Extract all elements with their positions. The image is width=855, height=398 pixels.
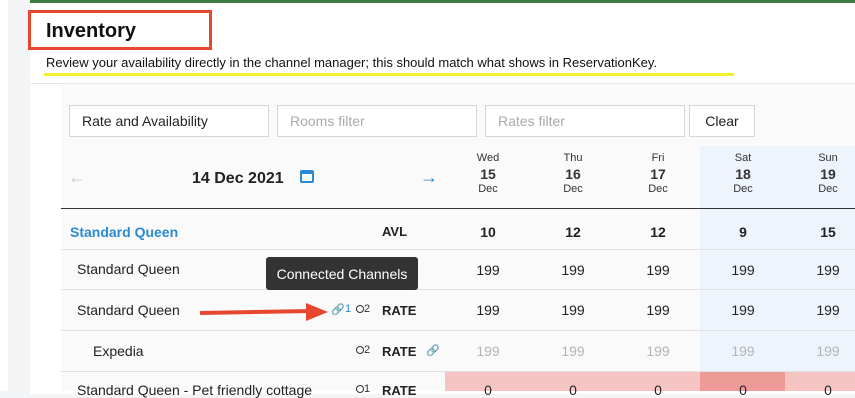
- day-header: Fri 17 Dec: [628, 152, 688, 195]
- arrow-left-icon[interactable]: ←: [68, 167, 86, 188]
- availability-cell[interactable]: 12: [543, 224, 603, 240]
- availability-cell[interactable]: 12: [628, 224, 688, 240]
- day-number: 17: [650, 166, 666, 182]
- page-subtitle: Review your availability directly in the…: [46, 55, 658, 70]
- rate-cell[interactable]: 0: [628, 382, 688, 398]
- day-header: Wed 15 Dec: [458, 152, 518, 195]
- day-of-week: Sat: [734, 152, 752, 164]
- table-header-rule: [61, 208, 855, 209]
- person-icon: [356, 385, 364, 394]
- calendar-icon[interactable]: [300, 170, 314, 183]
- link-icon[interactable]: 🔗: [426, 344, 440, 357]
- day-header: Sat 18 Dec: [713, 152, 773, 195]
- day-number: 18: [735, 166, 751, 182]
- day-month: Dec: [733, 183, 753, 195]
- rate-name: Standard Queen: [77, 261, 180, 277]
- day-of-week: Sun: [818, 152, 838, 164]
- day-of-week: Fri: [651, 152, 665, 164]
- row-divider: [61, 249, 855, 250]
- channel-rate-cell: 199: [561, 343, 585, 359]
- row-divider: [61, 289, 855, 290]
- rate-cell[interactable]: 199: [543, 302, 603, 318]
- rate-cell[interactable]: 0: [713, 382, 773, 398]
- availability-cell[interactable]: 15: [798, 224, 855, 240]
- day-header: Sun 19 Dec: [798, 152, 855, 195]
- connected-channels-tooltip: Connected Channels: [266, 257, 418, 290]
- occupancy-indicator: 2: [356, 303, 370, 315]
- rate-cell[interactable]: 199: [543, 262, 603, 278]
- rate-name: Standard Queen - Pet friendly cottage: [77, 382, 313, 398]
- arrow-right-icon[interactable]: →: [420, 167, 438, 188]
- clear-button[interactable]: Clear: [689, 105, 755, 137]
- person-icon: [356, 305, 364, 314]
- connected-channels-count[interactable]: 1: [345, 303, 351, 315]
- rate-cell[interactable]: 0: [458, 382, 518, 398]
- occupancy-indicator: 1: [356, 383, 370, 395]
- view-select[interactable]: Rate and Availability: [69, 105, 269, 137]
- day-month: Dec: [563, 183, 583, 195]
- day-number: 19: [820, 166, 836, 182]
- day-header: Thu 16 Dec: [543, 152, 603, 195]
- row-divider: [61, 330, 855, 331]
- annotation-arrow-head: [306, 303, 328, 321]
- day-month: Dec: [478, 183, 498, 195]
- rate-cell[interactable]: 199: [458, 302, 518, 318]
- avl-tag: AVL: [382, 224, 408, 239]
- rate-tag: RATE: [382, 303, 417, 318]
- rate-cell[interactable]: 199: [798, 302, 855, 318]
- link-icon[interactable]: 🔗: [331, 303, 345, 316]
- occupancy-count: 2: [364, 344, 371, 356]
- rates-filter-input[interactable]: Rates filter: [485, 105, 685, 137]
- day-of-week: Wed: [476, 152, 500, 164]
- rooms-filter-input[interactable]: Rooms filter: [277, 105, 477, 137]
- day-of-week: Thu: [563, 152, 583, 164]
- rate-cell[interactable]: 199: [628, 262, 688, 278]
- day-number: 16: [565, 166, 581, 182]
- occupancy-count: 1: [364, 383, 371, 395]
- subtitle-highlight: [44, 73, 734, 76]
- rate-tag: RATE: [382, 344, 417, 359]
- channel-rate-cell: 199: [731, 343, 755, 359]
- channel-rate-cell: 199: [476, 343, 500, 359]
- rate-cell[interactable]: 199: [628, 302, 688, 318]
- rate-cell[interactable]: 199: [713, 262, 773, 278]
- channel-name: Expedia: [93, 343, 144, 359]
- occupancy-count: 2: [364, 303, 371, 315]
- page-title: Inventory: [46, 20, 137, 42]
- left-sidebar-edge: [0, 0, 8, 391]
- day-month: Dec: [818, 183, 838, 195]
- occupancy-indicator: 2: [356, 344, 370, 356]
- availability-cell[interactable]: 9: [713, 224, 773, 240]
- rate-cell[interactable]: 199: [458, 262, 518, 278]
- rate-cell[interactable]: 199: [798, 262, 855, 278]
- rate-name: Standard Queen: [77, 302, 180, 318]
- availability-cell[interactable]: 10: [458, 224, 518, 240]
- person-icon: [356, 346, 364, 355]
- day-number: 15: [480, 166, 496, 182]
- channel-rate-cell: 199: [816, 343, 840, 359]
- rate-cell[interactable]: 0: [798, 382, 855, 398]
- rate-cell[interactable]: 0: [543, 382, 603, 398]
- channel-rate-cell: 199: [646, 343, 670, 359]
- day-month: Dec: [648, 183, 668, 195]
- current-date: 14 Dec 2021: [192, 170, 284, 187]
- room-name-link[interactable]: Standard Queen: [70, 224, 178, 240]
- rate-cell[interactable]: 199: [713, 302, 773, 318]
